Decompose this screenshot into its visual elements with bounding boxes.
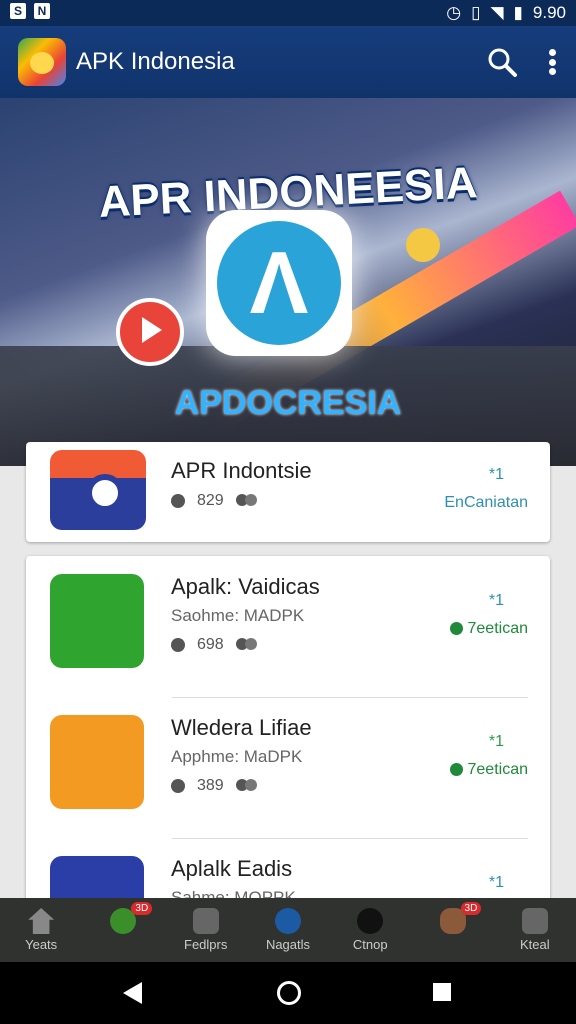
hero-subtitle: APDOCRESIA [174, 384, 402, 422]
app-rating: *1 [488, 733, 504, 750]
system-nav-bar [0, 962, 576, 1024]
home-icon [28, 908, 55, 934]
wifi-icon: ◥ [490, 3, 504, 22]
hero-app-logo-icon: Λ [206, 210, 352, 356]
status-right: ◷ ▯ ◥ ▮ 9.90 [446, 3, 566, 23]
app-status: 7eetican [449, 761, 529, 779]
app-meta: 389 [171, 777, 257, 795]
group-icon [235, 494, 257, 508]
hero-banner[interactable]: APR INDONEESIA Λ APDOCRESIA [0, 98, 576, 466]
person-icon [171, 494, 185, 508]
check-icon [449, 622, 463, 636]
nav-item-apps[interactable]: 3D [82, 898, 164, 962]
app-logo-icon [18, 38, 66, 86]
panda-app-icon [50, 715, 144, 809]
more-menu-icon[interactable] [548, 49, 556, 75]
nav-label: Kteal [520, 937, 550, 952]
bottom-nav: Yeats 3D Fedlprs Nagatls Ctnop 3D Kteal [0, 898, 576, 962]
nav-label: Yeats [25, 937, 58, 952]
status-icon-n: N [34, 3, 50, 19]
search-icon[interactable] [486, 46, 518, 78]
home-circle-icon[interactable] [277, 981, 301, 1005]
chat-icon [274, 908, 301, 934]
group-icon [235, 779, 257, 793]
person-icon [171, 779, 185, 793]
app-bar: APK Indonesia [0, 26, 576, 98]
app-meta: 698 [171, 636, 257, 654]
nav-label: Fedlprs [184, 937, 228, 952]
app-downloads: 389 [197, 777, 224, 794]
app-name: Apalk: Vaidicas [171, 574, 320, 599]
check-circle-icon [357, 908, 384, 934]
nav-badge: 3D [460, 902, 482, 915]
app-subtitle: Saohme: MADPK [171, 606, 305, 625]
tv-icon [521, 908, 548, 934]
app-list-card: Apalk: Vaidicas Saohme: MADPK 698 *1 7ee… [26, 556, 550, 906]
nav-item-check[interactable]: Ctnop [329, 898, 411, 962]
app-rating: *1 [488, 592, 504, 609]
app-name: Wledera Lifiae [171, 715, 312, 740]
list-item[interactable]: Wledera Lifiae Apphme: MaDPK 389 *1 7eet… [26, 697, 550, 838]
battery-icon: ▮ [513, 3, 523, 22]
check-icon [449, 763, 463, 777]
app-status-text: 7eetican [467, 620, 529, 637]
nav-item-featured[interactable]: Fedlprs [165, 898, 247, 962]
nav-item-character[interactable]: 3D [411, 898, 493, 962]
clock: 9.90 [532, 3, 566, 22]
nav-item-home[interactable]: Yeats [0, 898, 82, 962]
app-subtitle: Apphme: MaDPK [171, 747, 303, 766]
list-item[interactable]: Aplalk Eadis Sahme: MOPPK *1 [26, 838, 550, 906]
recents-icon[interactable] [433, 983, 451, 1001]
app-title: APK Indonesia [76, 48, 235, 75]
play-icon [116, 298, 184, 366]
back-icon[interactable] [123, 982, 142, 1004]
hero-logo-glyph: Λ [217, 221, 341, 345]
vibrate-icon: ▯ [471, 3, 481, 22]
status-left-icons: S N [10, 3, 50, 19]
featured-rating: *1 [488, 466, 504, 483]
nav-item-messages[interactable]: Nagatls [247, 898, 329, 962]
hero-badge-icon [406, 228, 440, 262]
featured-app-meta: 829 [171, 492, 257, 510]
alarm-icon: ◷ [446, 3, 462, 22]
featured-app-card[interactable]: APR Indontsie 829 *1 EnCaniatan [26, 442, 550, 542]
group-icon [235, 638, 257, 652]
nav-label: Nagatls [265, 937, 311, 952]
app-downloads: 698 [197, 636, 224, 653]
featured-downloads: 829 [197, 492, 224, 509]
app-status-text: 7eetican [467, 761, 529, 778]
camera-app-icon [50, 450, 146, 530]
status-bar: S N ◷ ▯ ◥ ▮ 9.90 [0, 0, 576, 26]
nav-label: Ctnop [352, 937, 388, 952]
status-icon-s: S [10, 3, 26, 19]
nav-item-tv[interactable]: Kteal [494, 898, 576, 962]
featured-app-name: APR Indontsie [171, 458, 312, 483]
app-name: Aplalk Eadis [171, 856, 293, 881]
nav-badge: 3D [131, 902, 153, 915]
app-status: 7eetican [449, 620, 529, 638]
chick-app-icon [50, 574, 144, 668]
badge-icon [192, 908, 219, 934]
featured-status: EnCaniatan [444, 494, 528, 511]
list-item[interactable]: Apalk: Vaidicas Saohme: MADPK 698 *1 7ee… [26, 556, 550, 697]
person-icon [171, 638, 185, 652]
app-rating: *1 [488, 874, 504, 891]
app-actions [486, 46, 556, 78]
